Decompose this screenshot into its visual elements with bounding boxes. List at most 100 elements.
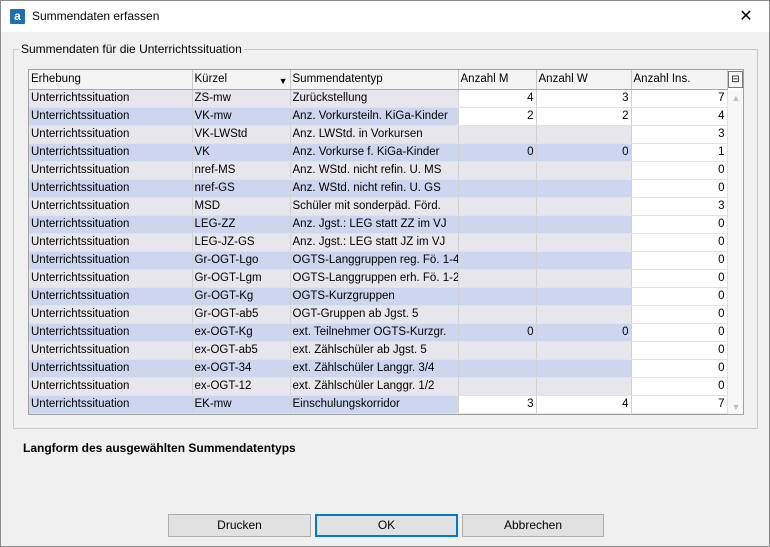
cell-erhebung: Unterrichtssituation [29,89,193,108]
cell-anzahl-ins: 0 [631,179,728,198]
cell-anzahl-m[interactable]: 4 [458,89,537,108]
cell-anzahl-m: 0 [458,323,537,342]
scroll-down-icon[interactable]: ▼ [731,402,741,412]
cell-anzahl-m [458,197,537,216]
table-row[interactable]: Unterrichtssituation ex-OGT-12 ext. Zählsc… [29,377,728,396]
cell-summendatentyp: OGT-Gruppen ab Jgst. 5 [290,305,459,324]
table-row[interactable]: Unterrichtssituation VK Anz. Vorkurse f. K… [29,143,728,162]
cell-summendatentyp: ext. Teilnehmer OGTS-Kurzgr. [290,323,459,342]
cell-kuerzel: Gr-OGT-Kg [192,287,291,306]
cell-kuerzel: nref-GS [192,179,291,198]
cell-kuerzel: ex-OGT-34 [192,359,291,378]
cell-erhebung: Unterrichtssituation [29,377,193,396]
cell-kuerzel: nref-MS [192,161,291,180]
cell-kuerzel: VK [192,143,291,162]
grid-table: Erhebung Kürzel ▼ Summendatentyp Anzahl M… [29,70,728,414]
groupbox-legend: Summendaten für die Unterrichtssituation [19,42,244,56]
vertical-scrollbar[interactable]: ▲ ▼ [727,90,743,414]
cell-anzahl-m: 0 [458,143,537,162]
cell-anzahl-w [536,215,632,234]
cell-summendatentyp: OGTS-Kurzgruppen [290,287,459,306]
cell-summendatentyp: Anz. WStd. nicht refin. U. MS [290,161,459,180]
title-bar[interactable]: a Summendaten erfassen ✕ [1,1,769,32]
cell-summendatentyp: Schüler mit sonderpäd. Förd. [290,197,459,216]
cell-anzahl-m [458,215,537,234]
cell-kuerzel: Gr-OGT-Lgm [192,269,291,288]
ok-button[interactable]: OK [315,514,458,537]
cell-anzahl-m [458,125,537,144]
sort-desc-icon: ▼ [278,75,288,86]
table-row[interactable]: Unterrichtssituation ex-OGT-34 ext. Zählsc… [29,359,728,378]
col-header-anzahl-m[interactable]: Anzahl M [458,70,537,90]
cell-anzahl-w [536,269,632,288]
cancel-button[interactable]: Abbrechen [462,514,604,537]
table-row[interactable]: Unterrichtssituation VK-LWStd Anz. LWStd. … [29,125,728,144]
cell-erhebung: Unterrichtssituation [29,215,193,234]
cell-anzahl-w [536,377,632,396]
cell-kuerzel: Gr-OGT-ab5 [192,305,291,324]
summary-data-grid: Erhebung Kürzel ▼ Summendatentyp Anzahl M… [28,69,744,415]
table-row[interactable]: Unterrichtssituation LEG-JZ-GS Anz. Jgst.:… [29,233,728,252]
cell-erhebung: Unterrichtssituation [29,161,193,180]
cell-anzahl-ins: 3 [631,125,728,144]
table-row[interactable]: Unterrichtssituation LEG-ZZ Anz. Jgst.: LE… [29,215,728,234]
col-header-summendatentyp[interactable]: Summendatentyp [290,70,459,90]
print-button[interactable]: Drucken [168,514,311,537]
cell-summendatentyp: Zurückstellung [290,89,459,108]
window-title: Summendaten erfassen [32,9,160,23]
cell-anzahl-m [458,161,537,180]
cell-kuerzel: VK-mw [192,107,291,126]
cell-anzahl-ins: 1 [631,143,728,162]
col-header-erhebung[interactable]: Erhebung [29,70,193,90]
cell-summendatentyp: OGTS-Langgruppen reg. Fö. 1-4 [290,251,459,270]
cell-summendatentyp: ext. Zählschüler Langgr. 1/2 [290,377,459,396]
cell-kuerzel: MSD [192,197,291,216]
table-row[interactable]: Unterrichtssituation Gr-OGT-ab5 OGT-Gruppe… [29,305,728,324]
cell-anzahl-w [536,251,632,270]
cell-summendatentyp: Anz. Vorkurse f. KiGa-Kinder [290,143,459,162]
table-row[interactable]: Unterrichtssituation ZS-mw Zurückstellung 4… [29,89,728,108]
cell-anzahl-w[interactable]: 3 [536,89,632,108]
col-header-kuerzel[interactable]: Kürzel ▼ [192,70,291,90]
cell-anzahl-w[interactable]: 2 [536,107,632,126]
table-row[interactable]: Unterrichtssituation EK-mw Einschulungskor… [29,395,728,414]
cell-anzahl-w[interactable]: 4 [536,395,632,414]
col-header-anzahl-w[interactable]: Anzahl W [536,70,632,90]
cell-anzahl-ins: 0 [631,359,728,378]
cell-erhebung: Unterrichtssituation [29,323,193,342]
cell-kuerzel: ex-OGT-Kg [192,323,291,342]
cell-erhebung: Unterrichtssituation [29,251,193,270]
table-row[interactable]: Unterrichtssituation Gr-OGT-Lgm OGTS-Langg… [29,269,728,288]
cell-anzahl-ins: 3 [631,197,728,216]
cell-anzahl-m [458,377,537,396]
cell-anzahl-m [458,341,537,360]
scroll-up-icon[interactable]: ▲ [731,93,741,103]
table-row[interactable]: Unterrichtssituation nref-GS Anz. WStd. ni… [29,179,728,198]
close-button[interactable]: ✕ [723,1,769,32]
table-row[interactable]: Unterrichtssituation VK-mw Anz. Vorkurstei… [29,107,728,126]
cell-anzahl-ins: 0 [631,323,728,342]
cell-anzahl-ins: 0 [631,215,728,234]
table-row[interactable]: Unterrichtssituation Gr-OGT-Lgo OGTS-Langg… [29,251,728,270]
table-row[interactable]: Unterrichtssituation ex-OGT-ab5 ext. Zähls… [29,341,728,360]
cell-anzahl-ins: 0 [631,269,728,288]
col-header-anzahl-ins[interactable]: Anzahl Ins. [631,70,728,90]
cell-kuerzel: LEG-ZZ [192,215,291,234]
cell-erhebung: Unterrichtssituation [29,287,193,306]
column-chooser-icon[interactable]: ⊟ [728,71,743,88]
cell-anzahl-w: 0 [536,143,632,162]
cell-anzahl-m[interactable]: 3 [458,395,537,414]
cell-anzahl-ins: 4 [631,107,728,126]
table-row[interactable]: Unterrichtssituation Gr-OGT-Kg OGTS-Kurzgr… [29,287,728,306]
cell-anzahl-m[interactable]: 2 [458,107,537,126]
cell-kuerzel: Gr-OGT-Lgo [192,251,291,270]
table-row[interactable]: Unterrichtssituation MSD Schüler mit sonde… [29,197,728,216]
cell-anzahl-w: 0 [536,323,632,342]
cell-anzahl-w [536,197,632,216]
table-row[interactable]: Unterrichtssituation nref-MS Anz. WStd. ni… [29,161,728,180]
cell-erhebung: Unterrichtssituation [29,341,193,360]
cell-anzahl-m [458,179,537,198]
cell-kuerzel: ex-OGT-ab5 [192,341,291,360]
table-row[interactable]: Unterrichtssituation ex-OGT-Kg ext. Teilne… [29,323,728,342]
cell-anzahl-ins: 0 [631,287,728,306]
